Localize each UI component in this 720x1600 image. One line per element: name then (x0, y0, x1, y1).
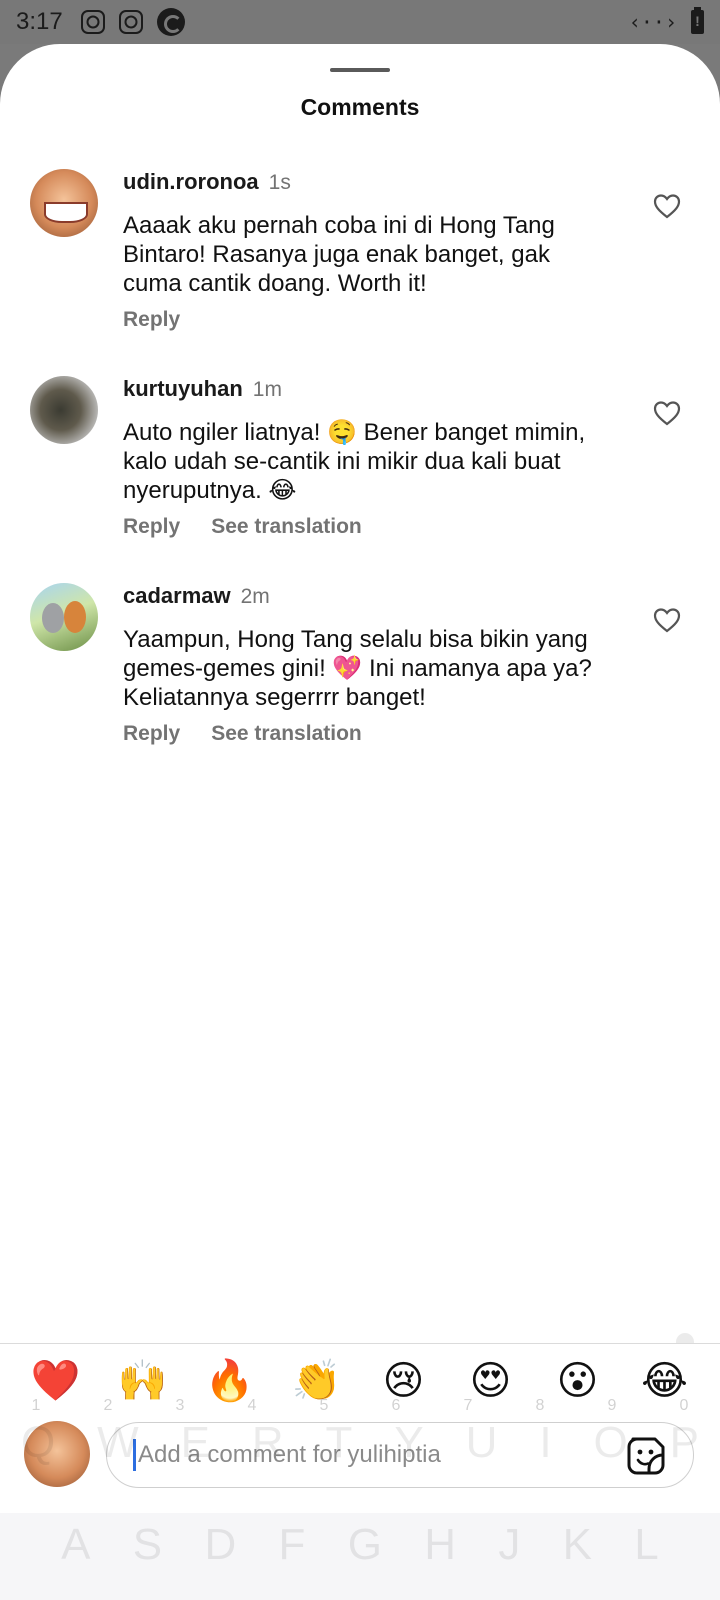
emoji-heart[interactable]: ❤️ (26, 1357, 86, 1405)
heart-icon[interactable] (652, 398, 682, 428)
comment-actions: Reply See translation (123, 722, 623, 746)
status-time: 3:17 (16, 8, 63, 35)
comment-input-container[interactable] (106, 1422, 694, 1488)
status-icons-right: ‹··› (628, 7, 704, 34)
comment-actions: Reply See translation (123, 515, 623, 539)
status-bar: 3:17 ‹··› (0, 0, 720, 44)
comment-input[interactable] (138, 1441, 578, 1469)
avatar[interactable] (30, 169, 98, 237)
comment-header: udin.roronoa 1s (123, 169, 623, 199)
comment-actions: Reply (123, 308, 623, 332)
app-icon (156, 8, 185, 36)
reply-button[interactable]: Reply (123, 515, 180, 539)
status-icons-left (80, 8, 185, 36)
comment-composer (0, 1417, 720, 1513)
instagram-icon (80, 10, 105, 34)
username[interactable]: kurtuyuhan (123, 376, 243, 402)
emoji-reaction-bar: ❤️ 🙌 🔥 👏 😢 😍 😮 😂 (0, 1343, 720, 1417)
emoji-clap[interactable]: 👏 (287, 1357, 347, 1405)
emoji-heart-eyes[interactable]: 😍 (461, 1357, 521, 1405)
username[interactable]: cadarmaw (123, 583, 231, 609)
comment-body: kurtuyuhan 1m Auto ngiler liatnya! 🤤 Ben… (123, 376, 623, 539)
comment-header: kurtuyuhan 1m (123, 376, 623, 406)
emoji-surprised[interactable]: 😮 (548, 1357, 608, 1405)
heart-icon[interactable] (652, 605, 682, 635)
comment-item: kurtuyuhan 1m Auto ngiler liatnya! 🤤 Ben… (0, 376, 720, 556)
timestamp: 1m (252, 378, 282, 401)
emoji-crying[interactable]: 😢 (374, 1357, 434, 1405)
emoji-raised-hands[interactable]: 🙌 (113, 1357, 173, 1405)
drag-handle[interactable] (330, 68, 390, 72)
timestamp: 2m (240, 585, 270, 608)
comment-item: udin.roronoa 1s Aaaak aku pernah coba in… (0, 169, 720, 349)
reply-button[interactable]: Reply (123, 308, 180, 332)
avatar[interactable] (30, 583, 98, 651)
emoji-laughing[interactable]: 😂 (635, 1357, 695, 1405)
avatar[interactable] (30, 376, 98, 444)
instagram-icon (118, 10, 143, 34)
comment-text: Yaampun, Hong Tang selalu bisa bikin yan… (123, 626, 592, 711)
comment-text: Aaaak aku pernah coba ini di Hong Tang B… (123, 212, 555, 297)
see-translation-button[interactable]: See translation (211, 515, 362, 539)
code-icon: ‹··› (628, 10, 677, 34)
comment-item: cadarmaw 2m Yaampun, Hong Tang selalu bi… (0, 583, 720, 763)
text-cursor (133, 1439, 136, 1471)
heart-icon[interactable] (652, 191, 682, 221)
comment-header: cadarmaw 2m (123, 583, 623, 613)
reply-button[interactable]: Reply (123, 722, 180, 746)
current-user-avatar (24, 1421, 90, 1487)
sticker-icon[interactable] (625, 1435, 667, 1477)
username[interactable]: udin.roronoa (123, 169, 259, 195)
keyboard-area (0, 1513, 720, 1600)
battery-alert-icon (691, 7, 704, 34)
comment-body: udin.roronoa 1s Aaaak aku pernah coba in… (123, 169, 623, 332)
sheet-title: Comments (300, 94, 420, 120)
timestamp: 1s (268, 171, 291, 194)
comment-text: Auto ngiler liatnya! 🤤 Bener banget mimi… (123, 419, 586, 504)
emoji-fire[interactable]: 🔥 (200, 1357, 260, 1405)
see-translation-button[interactable]: See translation (211, 722, 362, 746)
comment-body: cadarmaw 2m Yaampun, Hong Tang selalu bi… (123, 583, 623, 746)
